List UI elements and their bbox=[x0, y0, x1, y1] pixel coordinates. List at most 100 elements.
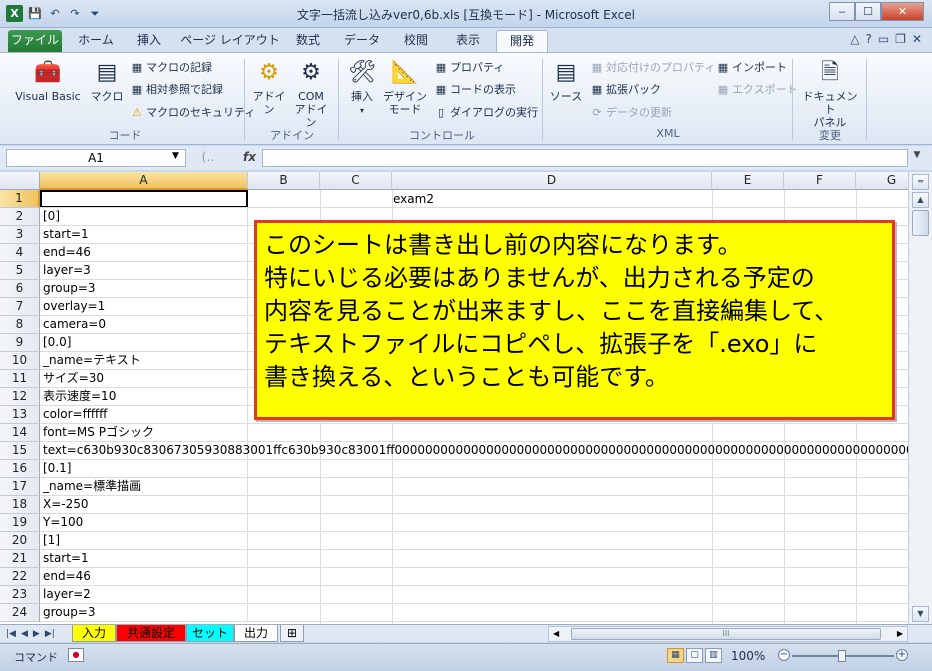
com-addin-button[interactable]: ⚙ COM アドイン bbox=[292, 59, 330, 129]
zoom-level[interactable]: 100% bbox=[731, 649, 765, 663]
cell-a[interactable]: group=3 bbox=[40, 604, 248, 622]
row-header[interactable]: 10 bbox=[0, 352, 40, 370]
properties-button[interactable]: ▦ プロパティ bbox=[434, 61, 505, 75]
row-header[interactable]: 4 bbox=[0, 244, 40, 262]
record-macro-button[interactable]: ▦ マクロの記録 bbox=[130, 61, 212, 75]
cell-a[interactable]: 表示速度=10 bbox=[40, 388, 248, 406]
row-header[interactable]: 20 bbox=[0, 532, 40, 550]
page-layout-view-icon[interactable]: ▢ bbox=[686, 648, 703, 663]
row-header[interactable]: 21 bbox=[0, 550, 40, 568]
zoom-slider[interactable]: − + bbox=[778, 649, 908, 663]
sheet-tab-set[interactable]: セット bbox=[186, 625, 234, 642]
cell-a[interactable]: end=46 bbox=[40, 244, 248, 262]
macro-record-icon[interactable]: ● bbox=[68, 648, 84, 662]
row-header[interactable]: 19 bbox=[0, 514, 40, 532]
tab-view[interactable]: 表示 bbox=[444, 30, 492, 52]
tab-file[interactable]: ファイル bbox=[8, 30, 62, 52]
relative-reference-button[interactable]: ▦ 相対参照で記録 bbox=[130, 83, 223, 97]
cell-a[interactable]: layer=2 bbox=[40, 586, 248, 604]
first-sheet-icon[interactable]: |◀ bbox=[6, 626, 16, 642]
column-header-e[interactable]: E bbox=[712, 172, 784, 190]
close-button[interactable]: ✕ bbox=[881, 2, 924, 21]
expand-formula-bar-icon[interactable]: ▼ bbox=[909, 150, 925, 166]
cell-a[interactable]: layer=3 bbox=[40, 262, 248, 280]
scroll-right-icon[interactable]: ▶ bbox=[897, 627, 903, 641]
column-header-f[interactable]: F bbox=[784, 172, 856, 190]
row-header[interactable]: 9 bbox=[0, 334, 40, 352]
column-header-b[interactable]: B bbox=[248, 172, 320, 190]
page-break-view-icon[interactable]: ▥ bbox=[705, 648, 722, 663]
help-icon[interactable]: ? bbox=[865, 32, 871, 46]
name-box-dropdown-icon[interactable]: ▼ bbox=[172, 151, 179, 161]
map-properties-button[interactable]: ▦ 対応付けのプロパティ bbox=[590, 61, 716, 75]
cell-a[interactable]: start=1 bbox=[40, 550, 248, 568]
cell-a[interactable]: group=3 bbox=[40, 280, 248, 298]
row-header[interactable]: 8 bbox=[0, 316, 40, 334]
row-header[interactable]: 7 bbox=[0, 298, 40, 316]
row-header[interactable]: 6 bbox=[0, 280, 40, 298]
last-sheet-icon[interactable]: ▶| bbox=[45, 626, 55, 642]
row-header[interactable]: 12 bbox=[0, 388, 40, 406]
insert-control-button[interactable]: 🛠 挿入 ▾ bbox=[344, 59, 380, 117]
active-cell[interactable] bbox=[40, 190, 248, 208]
row-header[interactable]: 5 bbox=[0, 262, 40, 280]
row-header[interactable]: 15 bbox=[0, 442, 40, 460]
scroll-split-handle[interactable]: ═ bbox=[912, 174, 929, 190]
cell-a[interactable]: [0.1] bbox=[40, 460, 248, 478]
row-header[interactable]: 14 bbox=[0, 424, 40, 442]
row-header[interactable]: 13 bbox=[0, 406, 40, 424]
row-header[interactable]: 18 bbox=[0, 496, 40, 514]
cell-a[interactable]: [1] bbox=[40, 532, 248, 550]
expansion-pack-button[interactable]: ▦ 拡張パック bbox=[590, 83, 661, 97]
zoom-knob[interactable] bbox=[838, 650, 846, 662]
cell-a[interactable]: start=1 bbox=[40, 226, 248, 244]
tab-page-layout[interactable]: ページ レイアウト bbox=[180, 30, 280, 52]
prev-sheet-icon[interactable]: ◀ bbox=[21, 626, 28, 642]
sheet-tab-common-settings[interactable]: 共通設定 bbox=[116, 625, 186, 642]
row-header[interactable]: 2 bbox=[0, 208, 40, 226]
row-header[interactable]: 24 bbox=[0, 604, 40, 622]
row-header[interactable]: 22 bbox=[0, 568, 40, 586]
column-header-a[interactable]: A bbox=[40, 172, 248, 190]
scroll-up-icon[interactable]: ▲ bbox=[912, 192, 929, 208]
tab-data[interactable]: データ bbox=[336, 30, 388, 52]
cell-a[interactable]: camera=0 bbox=[40, 316, 248, 334]
cell-d[interactable]: exam2 bbox=[393, 190, 434, 208]
refresh-data-button[interactable]: ⟳ データの更新 bbox=[590, 106, 672, 120]
xml-import-button[interactable]: ▦ インポート bbox=[716, 61, 787, 75]
sheet-tab-output[interactable]: 出力 bbox=[234, 625, 278, 642]
row-header[interactable]: 11 bbox=[0, 370, 40, 388]
cell-a[interactable]: end=46 bbox=[40, 568, 248, 586]
sheet-tab-input[interactable]: 入力 bbox=[72, 625, 116, 642]
cell-a[interactable]: font=MS Pゴシック bbox=[40, 424, 248, 442]
tab-insert[interactable]: 挿入 bbox=[126, 30, 172, 52]
column-header-g[interactable]: G bbox=[856, 172, 908, 190]
instruction-note[interactable]: このシートは書き出し前の内容になります。 特にいじる必要はありませんが、出力され… bbox=[254, 220, 895, 420]
cell-a[interactable]: [0.0] bbox=[40, 334, 248, 352]
design-mode-button[interactable]: 📐 デザイン モード bbox=[382, 59, 428, 116]
workbook-restore-icon[interactable]: ❐ bbox=[895, 32, 906, 46]
row-header[interactable]: 1 bbox=[0, 190, 40, 208]
row-header[interactable]: 16 bbox=[0, 460, 40, 478]
visual-basic-button[interactable]: 🧰 Visual Basic bbox=[10, 59, 86, 103]
cell-a[interactable]: _name=標準描画 bbox=[40, 478, 248, 496]
cell-a[interactable]: [0] bbox=[40, 208, 248, 226]
row-header[interactable]: 17 bbox=[0, 478, 40, 496]
column-header-d[interactable]: D bbox=[392, 172, 712, 190]
run-dialog-button[interactable]: ▯ ダイアログの実行 bbox=[434, 106, 538, 120]
zoom-out-icon[interactable]: − bbox=[778, 649, 790, 661]
vertical-scrollbar[interactable]: ═ ▲ ▼ bbox=[908, 172, 932, 624]
tab-home[interactable]: ホーム bbox=[70, 30, 122, 52]
collapse-ribbon-icon[interactable]: △ bbox=[850, 32, 859, 46]
cell-a[interactable]: color=ffffff bbox=[40, 406, 248, 424]
vertical-scroll-thumb[interactable] bbox=[912, 210, 929, 236]
document-panel-button[interactable]: 🗎 ドキュメント パネル bbox=[798, 59, 862, 129]
xml-export-button[interactable]: ▦ エクスポート bbox=[716, 83, 798, 97]
select-all-corner[interactable] bbox=[0, 172, 40, 190]
addin-button[interactable]: ⚙ アドイン bbox=[250, 59, 288, 116]
view-code-button[interactable]: ▦ コードの表示 bbox=[434, 83, 516, 97]
cell-a[interactable]: overlay=1 bbox=[40, 298, 248, 316]
name-box[interactable]: A1 bbox=[6, 149, 186, 167]
macro-security-button[interactable]: ⚠ マクロのセキュリティ bbox=[130, 106, 255, 120]
row-header[interactable]: 23 bbox=[0, 586, 40, 604]
